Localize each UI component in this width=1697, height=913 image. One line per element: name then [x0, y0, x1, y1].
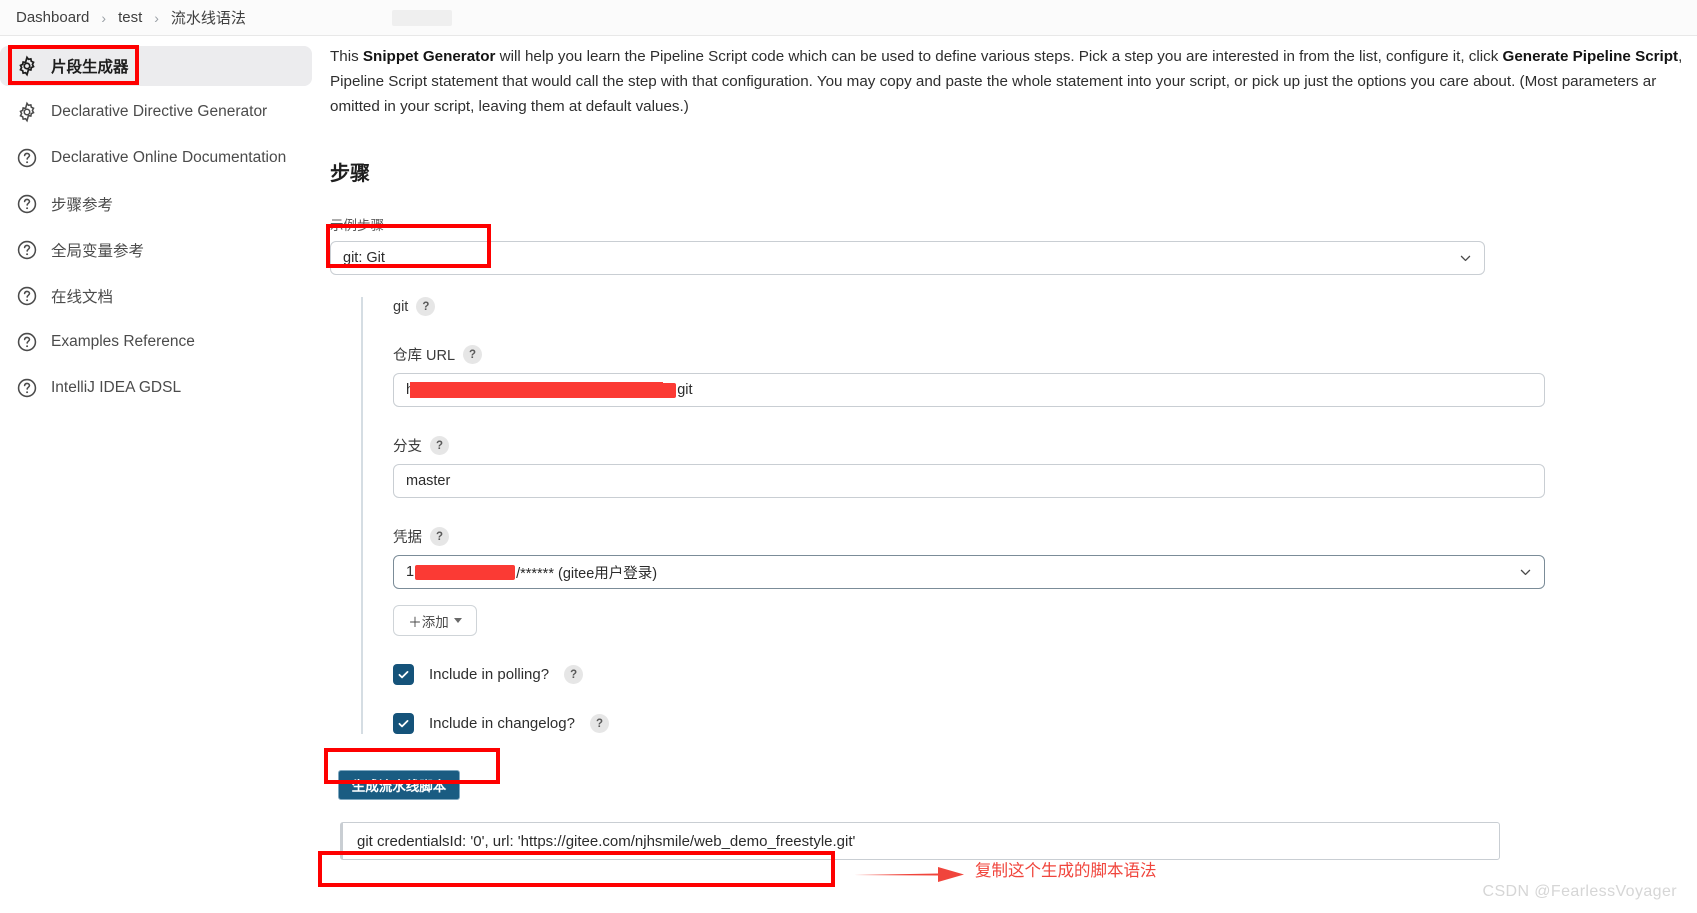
sidebar: 片段生成器 Declarative Directive Generator De…	[0, 46, 312, 414]
sidebar-item-global-variable-reference[interactable]: 全局变量参考	[0, 230, 312, 270]
sidebar-item-step-reference[interactable]: 步骤参考	[0, 184, 312, 224]
help-circle-icon	[16, 147, 38, 169]
help-icon[interactable]: ?	[589, 714, 609, 733]
sidebar-item-label: Declarative Online Documentation	[51, 149, 287, 166]
include-in-changelog-checkbox[interactable]	[393, 713, 414, 734]
repo-url-label: 仓库 URL	[393, 348, 456, 364]
breadcrumb-separator: ›	[101, 9, 107, 26]
branch-label-row: 分支 ?	[393, 435, 1697, 456]
sidebar-item-declarative-online-documentation[interactable]: Declarative Online Documentation	[0, 138, 312, 178]
help-circle-icon	[16, 331, 38, 353]
sidebar-item-label: 步骤参考	[51, 197, 114, 214]
include-in-polling-label: Include in polling?	[429, 666, 550, 683]
sample-step-value: git: Git	[343, 250, 385, 266]
page-title: 步骤	[330, 163, 370, 185]
credentials-prefix: 1	[406, 564, 415, 580]
caret-down-icon	[453, 618, 462, 623]
help-icon[interactable]: ?	[564, 665, 584, 684]
sidebar-item-snippet-generator[interactable]: 片段生成器	[0, 46, 312, 86]
branch-label: 分支	[393, 439, 422, 455]
sidebar-item-online-docs[interactable]: 在线文档	[0, 276, 312, 316]
check-icon	[398, 720, 409, 728]
help-icon[interactable]: ?	[416, 297, 436, 316]
git-block-label: git	[393, 298, 409, 315]
gear-icon	[16, 55, 38, 77]
intro-line-1: This Snippet Generator will help you lea…	[330, 44, 1697, 69]
intro-text-a: This	[330, 48, 363, 65]
sidebar-item-examples-reference[interactable]: Examples Reference	[0, 322, 312, 362]
intro-text-c: will help you learn the Pipeline Script …	[495, 48, 1503, 65]
breadcrumb-item-test[interactable]: test	[112, 9, 148, 26]
sidebar-item-intellij-idea-gdsl[interactable]: IntelliJ IDEA GDSL	[0, 368, 312, 408]
gear-icon	[16, 101, 38, 123]
git-config-block: git ? 仓库 URL ? httpgit 分支 ? master 凭据 ?	[361, 297, 1697, 734]
generated-script-output[interactable]: git credentialsId: '0', url: 'https://gi…	[340, 822, 1500, 860]
help-circle-icon	[16, 377, 38, 399]
generate-pipeline-script-button[interactable]: 生成流水线脚本	[338, 770, 460, 800]
repo-url-suffix: git	[677, 382, 693, 398]
copy-hint-text: 复制这个生成的脚本语法	[975, 862, 1157, 880]
help-circle-icon	[16, 193, 38, 215]
branch-value: master	[406, 473, 451, 489]
sidebar-item-label: Declarative Directive Generator	[51, 103, 268, 120]
sidebar-item-label: 在线文档	[51, 289, 114, 306]
sidebar-item-label: 全局变量参考	[51, 243, 145, 260]
help-icon[interactable]: ?	[463, 345, 483, 364]
repo-url-label-row: 仓库 URL ?	[393, 344, 1697, 365]
breadcrumb-item-dashboard[interactable]: Dashboard	[10, 9, 95, 26]
sample-step-label: 示例步骤	[330, 218, 384, 233]
intro-bold-generate-pipeline-script: Generate Pipeline Script	[1502, 48, 1679, 65]
generated-script-text: git credentialsId: '0', url: 'https://gi…	[357, 832, 856, 850]
add-credentials-button[interactable]: ＋添加	[393, 605, 477, 636]
credentials-label: 凭据	[393, 530, 422, 546]
intro-paragraph: This Snippet Generator will help you lea…	[330, 44, 1697, 119]
include-in-polling-checkbox[interactable]	[393, 664, 414, 685]
check-icon	[398, 671, 409, 679]
chevron-down-icon	[1520, 569, 1531, 576]
sidebar-item-label: 片段生成器	[51, 59, 129, 76]
credentials-select[interactable]: 1 /****** (gitee用户登录)	[393, 555, 1545, 589]
watermark: CSDN @FearlessVoyager	[1482, 883, 1677, 900]
main-content: This Snippet Generator will help you lea…	[330, 44, 1697, 860]
sidebar-item-label: IntelliJ IDEA GDSL	[51, 379, 182, 396]
breadcrumb-item-pipeline-syntax[interactable]: 流水线语法	[165, 7, 252, 28]
redaction-bar	[415, 564, 516, 580]
include-in-polling-row: Include in polling? ?	[393, 664, 1697, 685]
credentials-suffix: /****** (gitee用户登录)	[516, 565, 658, 582]
help-icon[interactable]: ?	[430, 527, 449, 546]
breadcrumb-separator: ›	[154, 9, 159, 26]
help-icon[interactable]: ?	[430, 436, 449, 455]
copy-hint-arrow-icon	[854, 867, 964, 882]
sidebar-item-declarative-directive-generator[interactable]: Declarative Directive Generator	[0, 92, 312, 132]
include-in-changelog-row: Include in changelog? ?	[393, 713, 1697, 734]
branch-input[interactable]: master	[393, 464, 1545, 498]
help-circle-icon	[16, 285, 38, 307]
include-in-changelog-label: Include in changelog?	[429, 715, 575, 732]
breadcrumb: Dashboard › test › 流水线语法	[0, 0, 1697, 36]
jenkins-snippet-generator-page: Dashboard › test › 流水线语法 片段生成器 Declarati…	[0, 0, 1697, 913]
chevron-down-icon	[1460, 255, 1471, 262]
intro-line-2: Pipeline Script statement that would cal…	[330, 73, 1657, 90]
intro-line-3: omitted in your script, leaving them at …	[330, 98, 689, 115]
help-circle-icon	[16, 239, 38, 261]
sample-step-select[interactable]: git: Git	[330, 241, 1485, 275]
sidebar-item-label: Examples Reference	[51, 333, 195, 350]
intro-text-e: ,	[1678, 48, 1683, 65]
breadcrumb-blank-blob	[391, 9, 452, 26]
intro-bold-snippet-generator: Snippet Generator	[362, 48, 496, 65]
git-block-header: git ?	[393, 297, 1697, 316]
add-button-label: ＋添加	[408, 614, 449, 630]
redaction-bar-overlay	[410, 382, 663, 398]
credentials-label-row: 凭据 ?	[393, 526, 1697, 547]
